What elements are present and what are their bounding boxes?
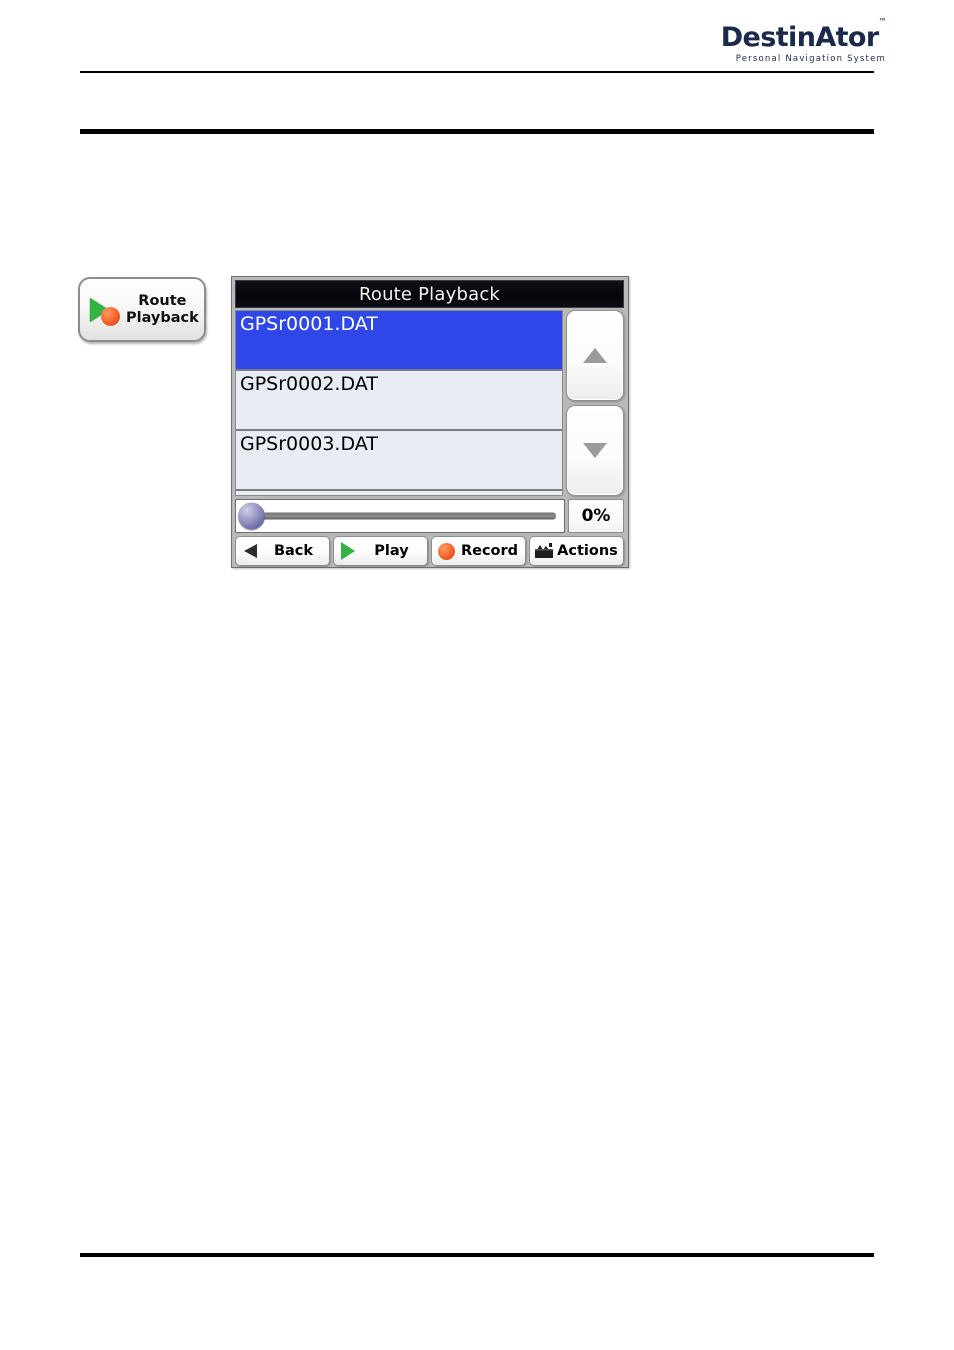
record-button[interactable]: Record xyxy=(431,536,526,566)
route-playback-label-line2: Playback xyxy=(126,309,199,326)
triangle-left-icon xyxy=(239,540,261,562)
route-playback-label-line1: Route xyxy=(138,292,187,309)
brand-tagline: Personal Navigation System xyxy=(735,54,886,64)
slider-track xyxy=(262,512,556,520)
back-button-label: Back xyxy=(273,543,314,559)
scroll-up-button[interactable] xyxy=(566,310,624,401)
play-button-label: Play xyxy=(374,543,409,559)
route-playback-button[interactable]: Route Playback xyxy=(78,277,206,342)
footer-rule xyxy=(80,1253,874,1257)
route-playback-icon xyxy=(86,290,126,330)
actions-icon xyxy=(533,540,555,562)
device-screenshot: Route Playback GPSr0001.DAT GPSr0002.DAT… xyxy=(231,276,629,568)
brand-name: DestinAtor™ xyxy=(720,17,887,53)
triangle-down-icon xyxy=(583,443,607,458)
progress-value: 0% xyxy=(568,499,624,533)
list-item-label: GPSr0002.DAT xyxy=(240,373,378,395)
route-playback-label: Route Playback xyxy=(126,293,205,326)
scrollbar[interactable] xyxy=(566,310,624,496)
play-triangle-icon xyxy=(337,540,359,562)
record-dot-icon xyxy=(101,306,120,326)
list-item[interactable]: GPSr0001.DAT xyxy=(236,311,562,371)
actions-button-label: Actions xyxy=(557,543,618,559)
header-rule-thin xyxy=(80,71,874,73)
list-item-label: GPSr0001.DAT xyxy=(240,313,378,335)
record-button-label: Record xyxy=(460,543,519,559)
record-dot-icon xyxy=(435,540,457,562)
route-file-list[interactable]: GPSr0001.DAT GPSr0002.DAT GPSr0003.DAT xyxy=(235,310,563,496)
list-item[interactable]: GPSr0002.DAT xyxy=(236,371,562,431)
list-item[interactable]: GPSr0003.DAT xyxy=(236,431,562,491)
slider-knob[interactable] xyxy=(238,502,265,530)
list-item-label: GPSr0003.DAT xyxy=(240,433,378,455)
page-title: Route Playback xyxy=(358,283,501,305)
play-button[interactable]: Play xyxy=(333,536,428,566)
triangle-up-icon xyxy=(583,348,607,363)
progress-row: 0% xyxy=(235,499,624,533)
brand-logo: DestinAtor™ Personal Navigation System xyxy=(720,17,887,64)
header-rule-thick xyxy=(80,129,874,134)
actions-button[interactable]: Actions xyxy=(529,536,624,566)
progress-slider[interactable] xyxy=(235,499,565,533)
device-body: GPSr0001.DAT GPSr0002.DAT GPSr0003.DAT xyxy=(235,310,624,496)
device-titlebar: Route Playback xyxy=(235,280,624,308)
device-toolbar: Back Play Record Actions xyxy=(235,536,624,566)
trademark-mark: ™ xyxy=(878,17,887,26)
back-button[interactable]: Back xyxy=(235,536,330,566)
scroll-down-button[interactable] xyxy=(566,405,624,496)
